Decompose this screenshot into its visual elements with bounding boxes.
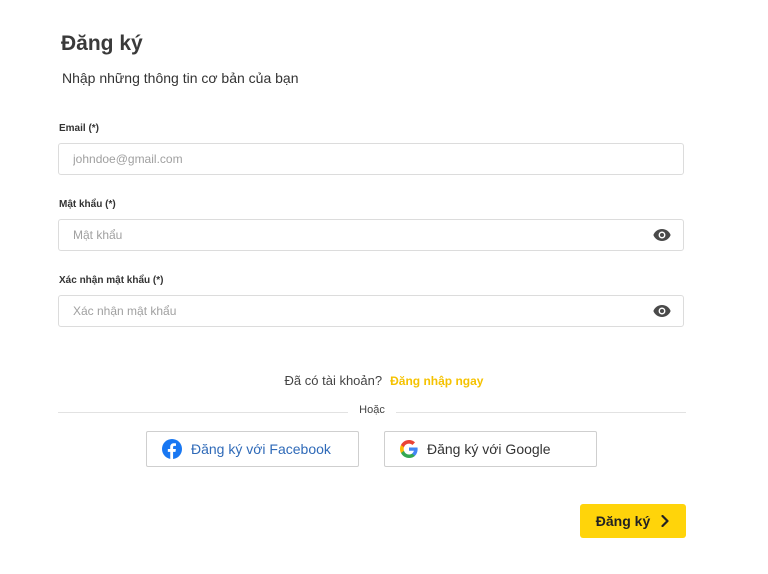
page-subtitle: Nhập những thông tin cơ bản của bạn [62,70,299,86]
eye-icon[interactable] [653,304,671,318]
password-field-container [58,219,684,251]
login-link[interactable]: Đăng nhập ngay [390,374,483,388]
or-separator-text: Hoặc [348,404,396,416]
google-icon [400,440,418,458]
login-prompt: Đã có tài khoản? Đăng nhập ngay [0,373,768,388]
email-label: Email (*) [59,123,100,134]
signup-submit-button[interactable]: Đăng ký [580,504,686,538]
email-field-container [58,143,684,175]
facebook-icon [162,439,182,459]
google-signup-button[interactable]: Đăng ký với Google [384,431,597,467]
facebook-signup-label: Đăng ký với Facebook [191,441,331,457]
password-input[interactable] [59,220,633,250]
confirm-password-field-container [58,295,684,327]
login-question: Đã có tài khoản? [284,373,383,388]
facebook-signup-button[interactable]: Đăng ký với Facebook [146,431,359,467]
confirm-password-label: Xác nhận mật khẩu (*) [59,275,164,286]
email-input[interactable] [59,144,633,174]
confirm-password-input[interactable] [59,296,633,326]
page-title: Đăng ký [61,32,143,55]
google-signup-label: Đăng ký với Google [427,441,551,457]
signup-submit-label: Đăng ký [595,513,651,529]
chevron-right-icon [661,515,669,527]
password-label: Mật khẩu (*) [59,199,116,210]
eye-icon[interactable] [653,228,671,242]
